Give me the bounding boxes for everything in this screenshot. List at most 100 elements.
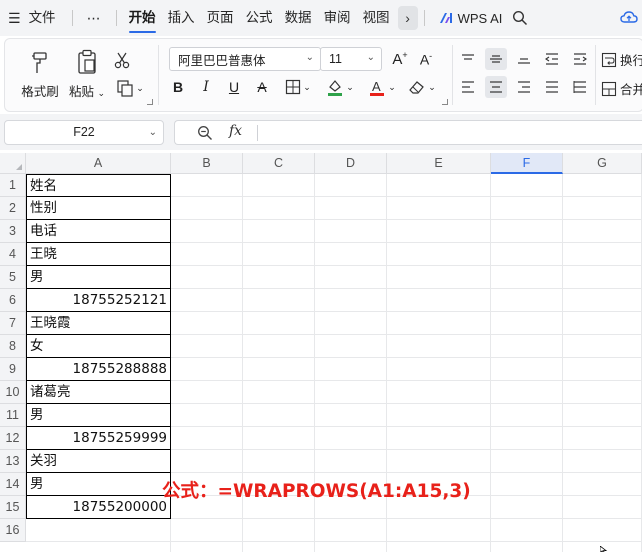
border-icon	[286, 79, 301, 95]
format-painter-button[interactable]: 格式刷	[19, 45, 61, 100]
align-top-button[interactable]	[457, 48, 479, 70]
distributed-align-button[interactable]	[569, 76, 591, 98]
svg-text:A: A	[372, 79, 381, 94]
tab-review[interactable]: 审阅	[318, 0, 357, 36]
font-color-button[interactable]: A ⌄	[365, 76, 399, 98]
cell-a3[interactable]: 电话	[26, 220, 171, 243]
increase-indent-button[interactable]	[569, 48, 591, 70]
file-menu[interactable]: ☰ 文件	[0, 0, 66, 36]
increase-font-button[interactable]: A+	[389, 48, 411, 70]
tab-formula[interactable]: 公式	[240, 0, 279, 36]
align-right-icon	[518, 81, 530, 93]
cell-a15[interactable]: 18755200000	[26, 496, 171, 519]
row-header-14[interactable]: 14	[0, 473, 26, 496]
justify-button[interactable]	[541, 76, 563, 98]
font-name-value: 阿里巴巴普惠体	[178, 53, 266, 68]
cell-a6[interactable]: 18755252121	[26, 289, 171, 312]
column-header-e[interactable]: E	[387, 153, 491, 174]
paste-label-text: 粘贴	[68, 85, 94, 99]
row-header-16[interactable]: 16	[0, 519, 26, 542]
merge-cells-button[interactable]: 合并	[601, 79, 642, 98]
row-header-13[interactable]: 13	[0, 450, 26, 473]
align-center-button[interactable]	[485, 76, 507, 98]
more-menu-button[interactable]: ⋯	[79, 0, 110, 36]
clear-format-button[interactable]: ⌄	[405, 76, 439, 98]
font-size-select[interactable]: 11 ⌄	[320, 47, 382, 71]
cloud-sync-icon[interactable]	[620, 9, 638, 25]
row-header-8[interactable]: 8	[0, 335, 26, 358]
column-header-a[interactable]: A	[26, 153, 171, 174]
column-header-b[interactable]: B	[171, 153, 243, 174]
row-header-10[interactable]: 10	[0, 381, 26, 404]
row-header-5[interactable]: 5	[0, 266, 26, 289]
formula-bar: F22 ⌄ fx	[0, 114, 642, 150]
tab-data[interactable]: 数据	[279, 0, 318, 36]
column-header-d[interactable]: D	[315, 153, 387, 174]
cell-a8[interactable]: 女	[26, 335, 171, 358]
align-right-button[interactable]	[513, 76, 535, 98]
cell-a1[interactable]: 姓名	[26, 174, 171, 197]
cell-a14[interactable]: 男	[26, 473, 171, 496]
zoom-icon[interactable]	[197, 125, 213, 141]
ribbon-toolbar: 格式刷 粘贴 ⌄ ⌄ 阿里巴巴普惠体 ⌄ 11 ⌄ A+ A- B I U A …	[4, 38, 642, 112]
strikethrough-button[interactable]: A	[251, 76, 273, 98]
align-left-button[interactable]	[457, 76, 479, 98]
ribbon-divider	[452, 45, 453, 105]
name-box[interactable]: F22 ⌄	[4, 120, 164, 145]
select-all-corner[interactable]	[0, 153, 26, 174]
bold-button[interactable]: B	[167, 76, 189, 98]
copy-button[interactable]: ⌄	[111, 77, 149, 99]
chevron-down-icon: ⌄	[97, 88, 106, 98]
cell-a10[interactable]: 诸葛亮	[26, 381, 171, 404]
eraser-icon	[409, 81, 425, 94]
align-left-icon	[462, 81, 474, 93]
column-header-g[interactable]: G	[563, 153, 642, 174]
tab-home[interactable]: 开始	[123, 0, 162, 36]
insert-function-button[interactable]: fx	[229, 123, 242, 139]
font-name-select[interactable]: 阿里巴巴普惠体 ⌄	[169, 47, 321, 71]
border-button[interactable]: ⌄	[281, 76, 315, 98]
fill-color-button[interactable]: ⌄	[323, 76, 357, 98]
cell-a11[interactable]: 男	[26, 404, 171, 427]
paste-button[interactable]: 粘贴 ⌄	[67, 45, 107, 100]
clipboard-dialog-launcher[interactable]	[147, 99, 153, 105]
decrease-indent-button[interactable]	[541, 48, 563, 70]
row-header-9[interactable]: 9	[0, 358, 26, 381]
row-header-11[interactable]: 11	[0, 404, 26, 427]
justify-icon	[546, 81, 558, 93]
cell-a5[interactable]: 男	[26, 266, 171, 289]
wrap-text-button[interactable]: 换行	[601, 50, 642, 69]
chevron-right-icon[interactable]: ›	[397, 6, 418, 30]
cell-a9[interactable]: 18755288888	[26, 358, 171, 381]
decrease-font-button[interactable]: A-	[415, 48, 437, 70]
row-header-4[interactable]: 4	[0, 243, 26, 266]
column-header-c[interactable]: C	[243, 153, 315, 174]
font-dialog-launcher[interactable]	[442, 99, 448, 105]
wps-ai-button[interactable]: WPS AI	[431, 11, 502, 26]
row-header-1[interactable]: 1	[0, 174, 26, 197]
row-header-7[interactable]: 7	[0, 312, 26, 335]
tab-insert[interactable]: 插入	[162, 0, 201, 36]
row-header-12[interactable]: 12	[0, 427, 26, 450]
cell-a4[interactable]: 王晓	[26, 243, 171, 266]
row-header-2[interactable]: 2	[0, 197, 26, 220]
align-bottom-button[interactable]	[513, 48, 535, 70]
tab-view[interactable]: 视图	[357, 0, 396, 36]
formula-input-area[interactable]: fx	[174, 120, 642, 145]
underline-icon: U	[228, 79, 240, 95]
cell-a13[interactable]: 关羽	[26, 450, 171, 473]
search-icon[interactable]	[512, 10, 528, 26]
scissors-icon	[114, 52, 130, 69]
column-header-f[interactable]: F	[491, 153, 563, 174]
row-header-15[interactable]: 15	[0, 496, 26, 519]
cell-a7[interactable]: 王晓霞	[26, 312, 171, 335]
row-header-6[interactable]: 6	[0, 289, 26, 312]
row-header-3[interactable]: 3	[0, 220, 26, 243]
cut-button[interactable]	[111, 49, 133, 71]
underline-button[interactable]: U	[223, 76, 245, 98]
cell-a2[interactable]: 性别	[26, 197, 171, 220]
italic-button[interactable]: I	[195, 76, 217, 98]
cell-a12[interactable]: 18755259999	[26, 427, 171, 450]
align-middle-button[interactable]	[485, 48, 507, 70]
tab-page[interactable]: 页面	[201, 0, 240, 36]
